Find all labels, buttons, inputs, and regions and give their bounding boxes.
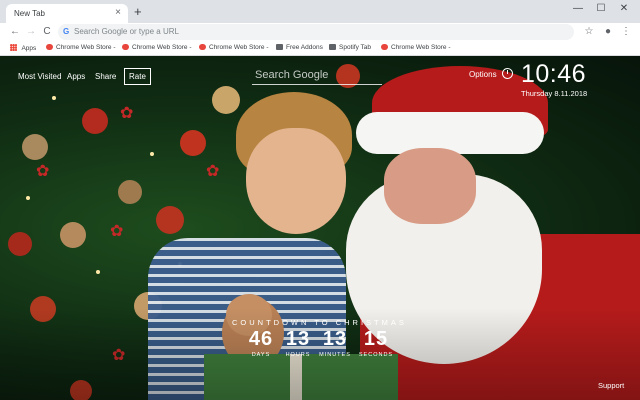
bookmark-label: Chrome Web Store - — [56, 44, 116, 51]
bow-icon: ✿ — [110, 223, 124, 240]
tab-close-icon[interactable]: × — [115, 7, 121, 18]
ornament — [180, 130, 206, 156]
profile-avatar-icon[interactable]: ● — [601, 25, 615, 39]
bookmark-item[interactable]: Chrome Web Store - — [46, 44, 115, 51]
chrome-web-store-icon — [46, 44, 53, 50]
new-tab-button[interactable]: + — [134, 4, 142, 19]
bookmark-label: Spotify Tab — [339, 44, 372, 51]
bookmark-item[interactable]: Spotify Tab — [329, 44, 371, 51]
tab-title: New Tab — [14, 9, 45, 18]
countdown-hours: 13 — [285, 328, 311, 350]
ornament — [82, 108, 108, 134]
bookmark-item[interactable]: Free Addons — [276, 44, 323, 51]
ornament — [118, 180, 142, 204]
tab-new-tab[interactable]: New Tab × — [6, 4, 128, 23]
bow-icon: ✿ — [206, 163, 220, 180]
bookmark-label: Free Addons — [286, 44, 323, 51]
santa-hat-fur — [356, 112, 544, 154]
bookmarks-bar: Apps Chrome Web Store - Chrome Web Store… — [0, 41, 640, 56]
rate-button[interactable]: Rate — [124, 68, 151, 85]
back-icon[interactable]: ← — [8, 25, 22, 39]
bookmark-star-icon[interactable]: ☆ — [582, 25, 596, 39]
boy-face — [246, 128, 346, 234]
chrome-menu-icon[interactable]: ⋮ — [619, 25, 633, 39]
omnibox-placeholder: Search Google or type a URL — [74, 27, 179, 36]
tree-light — [150, 152, 154, 156]
close-window-button[interactable]: ✕ — [614, 3, 634, 14]
tree-light — [26, 196, 30, 200]
bookmark-item[interactable]: Chrome Web Store - — [199, 44, 268, 51]
clock-icon[interactable] — [502, 68, 513, 79]
options-link[interactable]: Options — [469, 70, 497, 79]
new-tab-page: ✿ ✿ ✿ ✿ ✿ Most Visited Apps Share Rate S… — [0, 56, 640, 400]
support-link[interactable]: Support — [598, 381, 624, 390]
browser-toolbar: ← → C G Search Google or type a URL ☆ ● … — [0, 23, 640, 41]
apps-grid-icon — [10, 44, 17, 51]
bookmark-apps[interactable]: Apps — [10, 44, 36, 52]
ornament — [156, 206, 184, 234]
chrome-web-store-icon — [199, 44, 206, 50]
bow-icon: ✿ — [120, 105, 134, 122]
tree-light — [52, 96, 56, 100]
santa-face — [384, 148, 476, 224]
bookmark-apps-label: Apps — [21, 45, 37, 52]
ornament — [212, 86, 240, 114]
reload-icon[interactable]: C — [40, 25, 54, 39]
countdown-minutes: 13 — [322, 328, 348, 350]
ornament — [22, 134, 48, 160]
countdown-minutes-label: MINUTES — [319, 352, 351, 358]
tab-strip: New Tab × + — ☐ ✕ — [0, 0, 640, 23]
omnibox[interactable]: G Search Google or type a URL — [58, 24, 574, 40]
bookmark-label: Chrome Web Store - — [209, 44, 269, 51]
countdown-days: 46 — [248, 328, 274, 350]
share-link[interactable]: Share — [95, 72, 116, 81]
bow-icon: ✿ — [36, 163, 50, 180]
countdown-seconds: 15 — [363, 328, 389, 350]
most-visited-link[interactable]: Most Visited — [18, 72, 61, 81]
chrome-web-store-icon — [122, 44, 129, 50]
countdown-title: COUNTDOWN TO CHRISTMAS — [232, 318, 407, 327]
apps-link[interactable]: Apps — [67, 72, 85, 81]
countdown-seconds-label: SECONDS — [358, 352, 394, 358]
page-icon — [276, 44, 283, 50]
bookmark-item[interactable]: Chrome Web Store - — [122, 44, 191, 51]
clock-date: Thursday 8.11.2018 — [521, 89, 588, 98]
clock-time: 10:46 — [521, 60, 587, 88]
ornament — [8, 232, 32, 256]
bookmark-label: Chrome Web Store - — [391, 44, 451, 51]
bookmark-label: Chrome Web Store - — [132, 44, 192, 51]
bookmark-item[interactable]: Chrome Web Store - — [381, 44, 450, 51]
search-input[interactable]: Search Google — [252, 67, 382, 85]
chrome-web-store-icon — [381, 44, 388, 50]
minimize-button[interactable]: — — [568, 3, 588, 14]
ornament — [60, 222, 86, 248]
maximize-button[interactable]: ☐ — [591, 3, 611, 14]
google-g-icon: G — [63, 27, 70, 36]
page-icon — [329, 44, 336, 50]
tree-light — [96, 270, 100, 274]
forward-icon[interactable]: → — [24, 25, 38, 39]
